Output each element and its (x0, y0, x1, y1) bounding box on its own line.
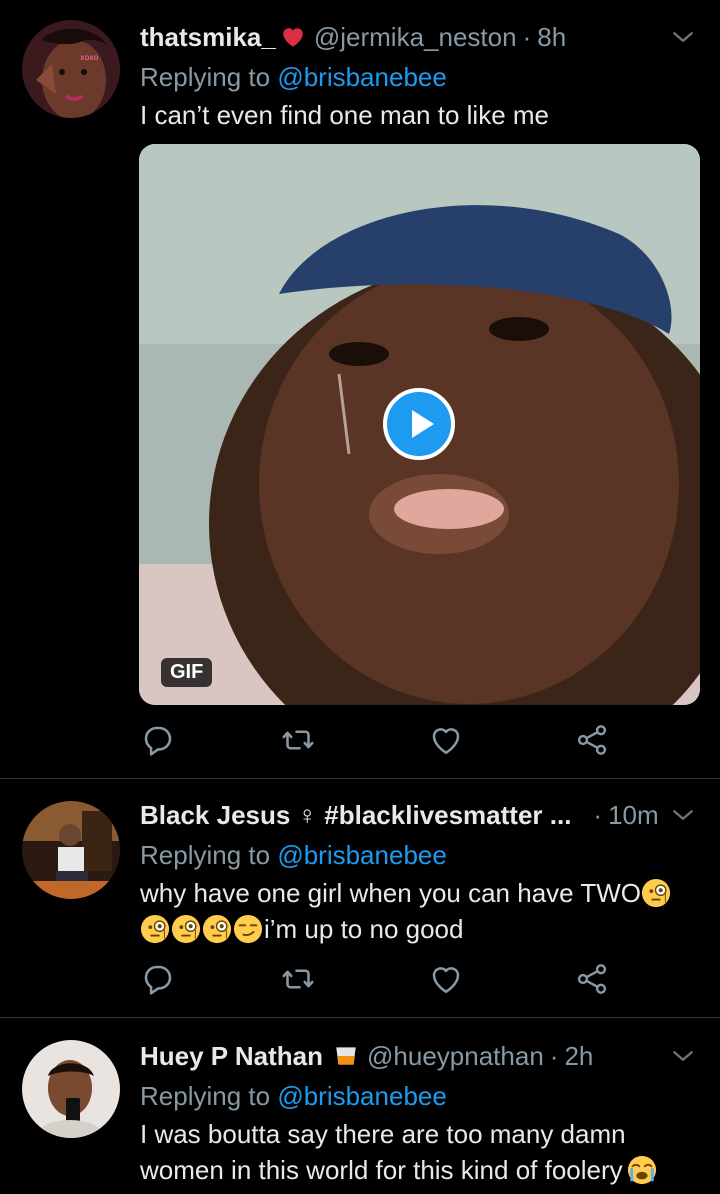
avatar[interactable]: xoxo (22, 20, 120, 118)
face-with-monocle-icon (641, 878, 671, 908)
avatar[interactable] (22, 801, 120, 899)
like-button[interactable] (428, 961, 468, 1001)
gif-media[interactable]: GIF (139, 144, 700, 705)
gif-badge: GIF (161, 658, 213, 687)
like-icon (428, 722, 464, 758)
share-button[interactable] (574, 722, 614, 762)
reply-icon (140, 722, 176, 758)
retweet-icon (280, 722, 316, 758)
tweet-header: Black Jesus ♀ #blacklivesmatter ... · 10… (140, 798, 698, 832)
replying-to: Replying to @brisbanebee (140, 62, 447, 92)
user-handle[interactable]: @hueypnathan (367, 1041, 544, 1072)
tumbler-glass-icon (336, 1047, 356, 1065)
reply-icon (140, 961, 176, 997)
retweet-button[interactable] (280, 722, 320, 762)
display-name[interactable]: Huey P Nathan (140, 1041, 323, 1072)
reply-button[interactable] (140, 722, 180, 762)
tweet-text: I can’t even find one man to like me (140, 100, 550, 130)
tweet-3[interactable]: Huey P Nathan @hueypnathan · 2h Replying… (0, 1018, 720, 1194)
action-bar (140, 722, 620, 762)
face-with-monocle-icon (202, 914, 232, 944)
mention-link[interactable]: @brisbanebee (277, 1081, 447, 1111)
tweet-2[interactable]: Black Jesus ♀ #blacklivesmatter ... · 10… (0, 779, 720, 1017)
retweet-button[interactable] (280, 961, 320, 1001)
chevron-down-icon[interactable] (668, 1041, 698, 1071)
display-name[interactable]: thatsmika_ (140, 22, 276, 53)
chevron-down-icon[interactable] (668, 22, 698, 52)
red-heart-icon (283, 28, 303, 47)
timestamp[interactable]: 2h (564, 1041, 593, 1072)
tweet-1[interactable]: xoxo thatsmika_ @jermika_neston · 8h Rep… (0, 0, 720, 778)
chevron-down-icon[interactable] (668, 800, 698, 830)
display-name[interactable]: Black Jesus ♀ #blacklivesmatter ... (140, 800, 571, 831)
avatar[interactable] (22, 1040, 120, 1138)
replying-to: Replying to @brisbanebee (140, 840, 447, 870)
mention-link[interactable]: @brisbanebee (277, 62, 447, 92)
timestamp[interactable]: 8h (537, 22, 566, 53)
smirking-face-icon (233, 914, 263, 944)
tweet-header: thatsmika_ @jermika_neston · 8h (140, 20, 698, 54)
mention-link[interactable]: @brisbanebee (277, 840, 447, 870)
face-with-monocle-icon (171, 914, 201, 944)
svg-text:xoxo: xoxo (80, 53, 99, 62)
share-icon (574, 961, 610, 997)
share-button[interactable] (574, 961, 614, 1001)
replying-to: Replying to @brisbanebee (140, 1081, 447, 1111)
tweet-text: I was boutta say there are too many damn… (140, 1116, 698, 1188)
share-icon (574, 722, 610, 758)
tweet-text: why have one girl when you can have TWO … (140, 875, 698, 947)
like-button[interactable] (428, 722, 468, 762)
face-with-monocle-icon (140, 914, 170, 944)
reply-button[interactable] (140, 961, 180, 1001)
tweet-header: Huey P Nathan @hueypnathan · 2h (140, 1039, 698, 1073)
loudly-crying-face-icon (627, 1155, 657, 1185)
action-bar (140, 961, 620, 1001)
retweet-icon (280, 961, 316, 997)
user-handle[interactable]: @jermika_neston (314, 22, 517, 53)
like-icon (428, 961, 464, 997)
play-icon[interactable] (383, 388, 455, 460)
timestamp[interactable]: 10m (608, 800, 659, 831)
